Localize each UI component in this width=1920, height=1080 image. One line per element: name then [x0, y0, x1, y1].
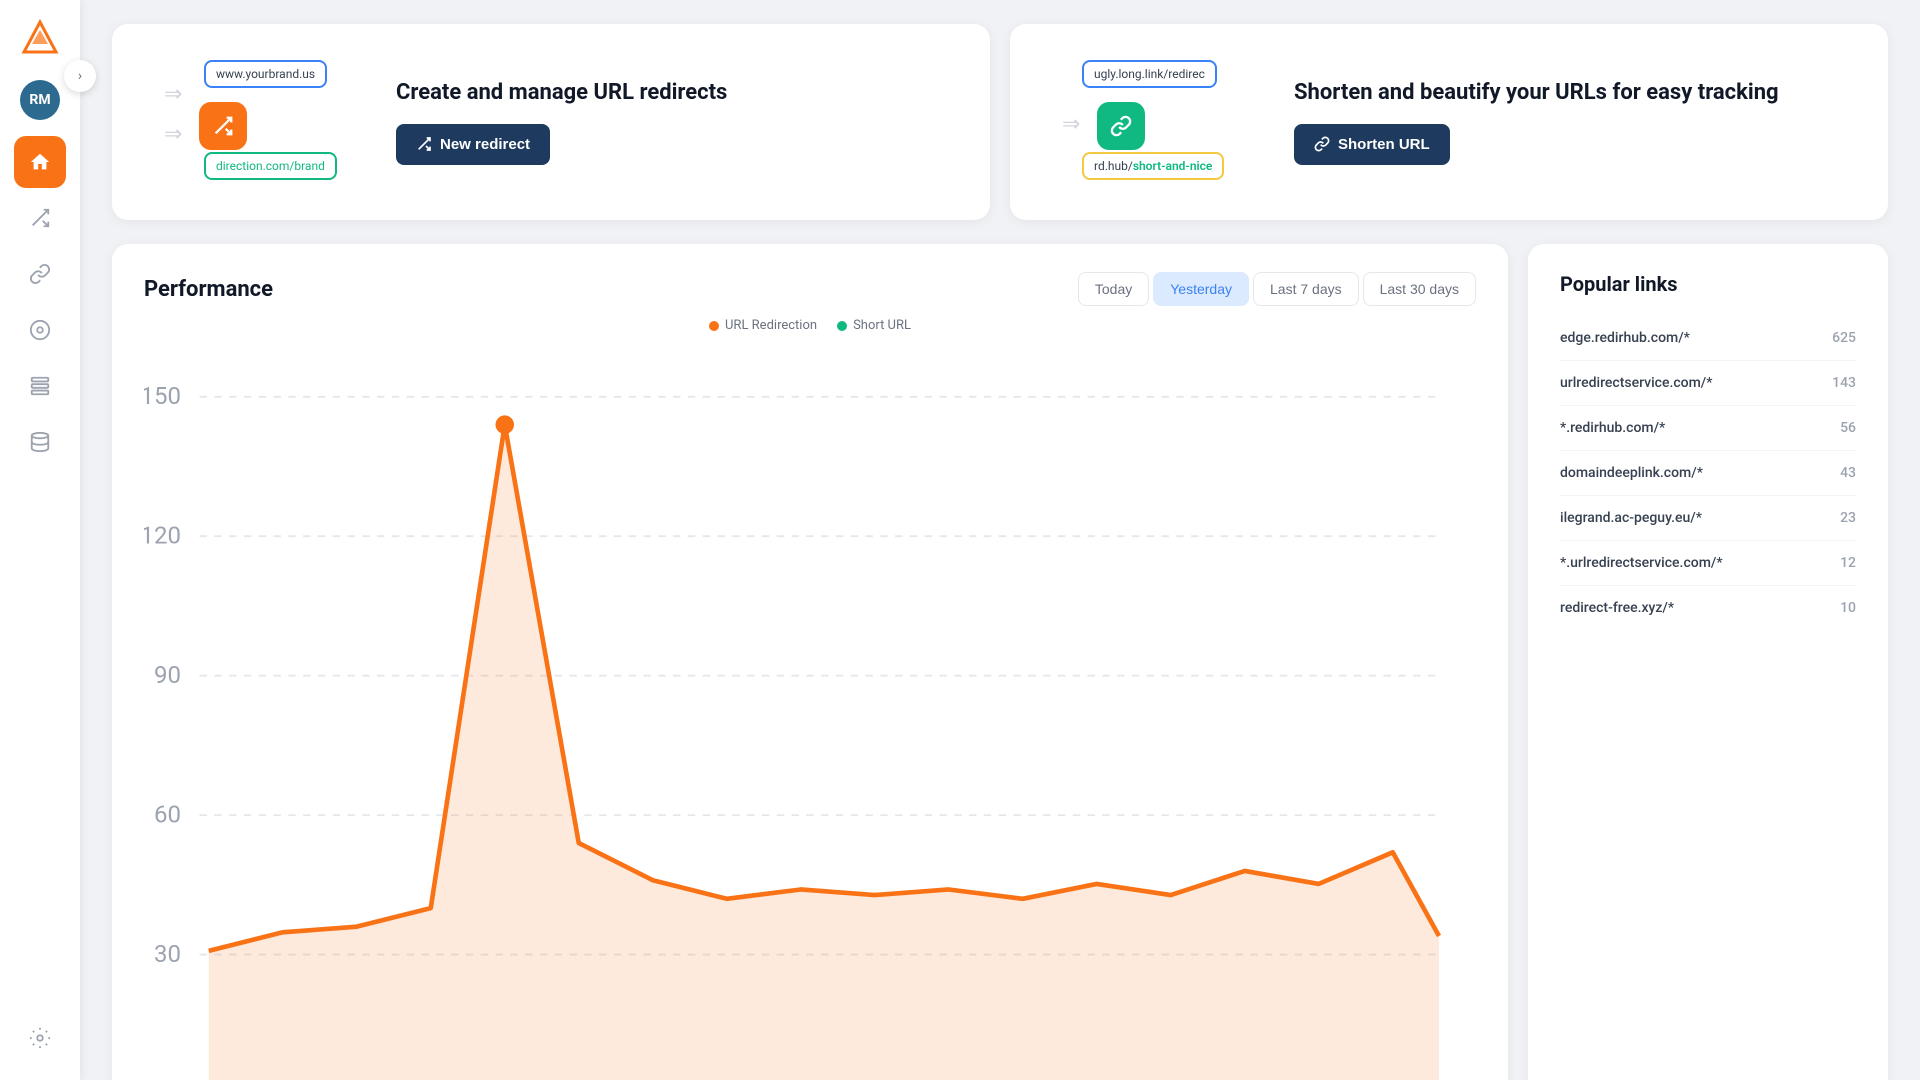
- illus-source-url: www.yourbrand.us: [204, 60, 327, 88]
- chart-legend: URL Redirection Short URL: [144, 318, 1476, 333]
- sidebar-item-home[interactable]: [14, 136, 66, 188]
- performance-header: Performance Today Yesterday Last 7 days …: [144, 272, 1476, 306]
- svg-text:90: 90: [154, 661, 181, 689]
- popular-link-url: urlredirectservice.com/*: [1560, 375, 1712, 391]
- popular-link-url: *.redirhub.com/*: [1560, 420, 1665, 436]
- illus-shorten-arrow: ⇒: [1062, 112, 1080, 137]
- sidebar-item-layers[interactable]: [14, 360, 66, 412]
- svg-text:60: 60: [154, 801, 181, 829]
- performance-chart: 150 120 90 60 30: [144, 341, 1476, 1080]
- popular-link-url: domaindeeplink.com/*: [1560, 465, 1703, 481]
- legend-dot-green: [837, 321, 847, 331]
- popular-link-count: 12: [1840, 555, 1856, 571]
- redirect-card-title: Create and manage URL redirects: [396, 79, 958, 108]
- svg-text:150: 150: [144, 382, 181, 410]
- popular-link-url: *.urlredirectservice.com/*: [1560, 555, 1723, 571]
- user-avatar[interactable]: RM: [20, 80, 60, 120]
- svg-text:30: 30: [154, 940, 181, 968]
- tab-today[interactable]: Today: [1078, 272, 1149, 306]
- sidebar-item-links[interactable]: [14, 248, 66, 300]
- popular-link-item[interactable]: edge.redirhub.com/* 625: [1560, 316, 1856, 361]
- tab-last30[interactable]: Last 30 days: [1363, 272, 1476, 306]
- popular-link-count: 143: [1832, 375, 1856, 391]
- sidebar-item-settings[interactable]: [14, 1012, 66, 1064]
- legend-url-redirection: URL Redirection: [709, 318, 817, 333]
- popular-link-count: 10: [1840, 600, 1856, 616]
- shorten-url-button[interactable]: Shorten URL: [1294, 124, 1450, 165]
- performance-tabs: Today Yesterday Last 7 days Last 30 days: [1078, 272, 1476, 306]
- popular-links-list: edge.redirhub.com/* 625 urlredirectservi…: [1560, 316, 1856, 630]
- popular-links-title: Popular links: [1560, 272, 1856, 296]
- legend-short-url: Short URL: [837, 318, 911, 333]
- popular-link-count: 43: [1840, 465, 1856, 481]
- bottom-row: Performance Today Yesterday Last 7 days …: [112, 244, 1888, 1080]
- legend-dot-orange: [709, 321, 719, 331]
- popular-links-card: Popular links edge.redirhub.com/* 625 ur…: [1528, 244, 1888, 1080]
- tab-last7[interactable]: Last 7 days: [1253, 272, 1359, 306]
- popular-link-count: 56: [1840, 420, 1856, 436]
- sidebar-item-redirect[interactable]: [14, 192, 66, 244]
- illus-short-url: rd.hub/short-and-nice: [1082, 152, 1224, 180]
- popular-link-count: 625: [1832, 330, 1856, 346]
- shorten-icon-badge: [1097, 102, 1145, 150]
- illus-arrow-2: ⇒: [164, 122, 182, 147]
- popular-link-item[interactable]: *.urlredirectservice.com/* 12: [1560, 541, 1856, 586]
- popular-link-item[interactable]: *.redirhub.com/* 56: [1560, 406, 1856, 451]
- chart-svg: 150 120 90 60 30: [144, 341, 1476, 1080]
- redirect-illustration: www.yourbrand.us ⇒ ⇒ direction.com/brand: [144, 52, 364, 192]
- app-logo: [18, 16, 62, 60]
- shorten-illustration: ugly.long.link/redirec ⇒ rd.hub/short-an…: [1042, 52, 1262, 192]
- performance-title: Performance: [144, 277, 273, 302]
- illus-long-url: ugly.long.link/redirec: [1082, 60, 1217, 88]
- illus-dest-url: direction.com/brand: [204, 152, 337, 180]
- new-redirect-button[interactable]: New redirect: [396, 124, 550, 165]
- popular-link-url: ilegrand.ac-peguy.eu/*: [1560, 510, 1702, 526]
- performance-card: Performance Today Yesterday Last 7 days …: [112, 244, 1508, 1080]
- sidebar: RM: [0, 0, 80, 1080]
- sidebar-item-tracking[interactable]: [14, 304, 66, 356]
- sidebar-collapse-button[interactable]: ›: [64, 60, 96, 92]
- shorten-card-content: Shorten and beautify your URLs for easy …: [1294, 79, 1856, 165]
- popular-link-count: 23: [1840, 510, 1856, 526]
- redirect-card: www.yourbrand.us ⇒ ⇒ direction.com/brand…: [112, 24, 990, 220]
- tab-yesterday[interactable]: Yesterday: [1153, 272, 1249, 306]
- illus-arrow-1: ⇒: [164, 82, 182, 107]
- sidebar-item-database[interactable]: [14, 416, 66, 468]
- shorten-card-title: Shorten and beautify your URLs for easy …: [1294, 79, 1856, 108]
- hero-cards-row: www.yourbrand.us ⇒ ⇒ direction.com/brand…: [112, 24, 1888, 220]
- redirect-icon-badge: [199, 102, 247, 150]
- main-content: www.yourbrand.us ⇒ ⇒ direction.com/brand…: [80, 0, 1920, 1080]
- popular-link-item[interactable]: domaindeeplink.com/* 43: [1560, 451, 1856, 496]
- popular-link-item[interactable]: ilegrand.ac-peguy.eu/* 23: [1560, 496, 1856, 541]
- sidebar-nav: [14, 136, 66, 1004]
- popular-link-url: redirect-free.xyz/*: [1560, 600, 1674, 616]
- svg-text:120: 120: [144, 522, 181, 550]
- shorten-card: ugly.long.link/redirec ⇒ rd.hub/short-an…: [1010, 24, 1888, 220]
- popular-link-item[interactable]: urlredirectservice.com/* 143: [1560, 361, 1856, 406]
- popular-link-url: edge.redirhub.com/*: [1560, 330, 1690, 346]
- redirect-card-content: Create and manage URL redirects New redi…: [396, 79, 958, 165]
- popular-link-item[interactable]: redirect-free.xyz/* 10: [1560, 586, 1856, 630]
